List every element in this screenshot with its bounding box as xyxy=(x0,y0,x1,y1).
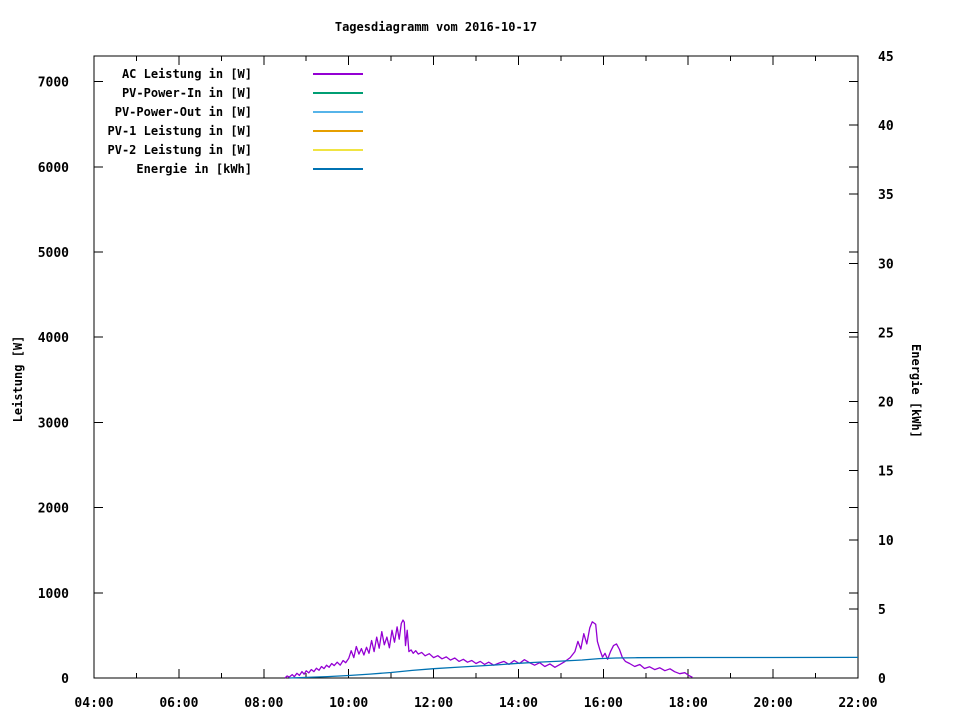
chart-canvas: 04:00 06:00 08:00 10:00 12:00 14:00 16:00 18:00… xyxy=(38,50,894,711)
y-left-tick-label: 4000 xyxy=(38,331,69,346)
x-tick-label: 12:00 xyxy=(414,696,453,711)
legend-label: PV-Power-Out in [W] xyxy=(115,105,252,119)
x-tick-label: 20:00 xyxy=(754,696,793,711)
y-left-tick-label: 7000 xyxy=(38,76,69,91)
y-left-tick-label: 1000 xyxy=(38,587,69,602)
y-right-tick-label: 30 xyxy=(878,257,894,272)
y-left-tick-label: 3000 xyxy=(38,416,69,431)
y-right-tick-label: 0 xyxy=(878,672,886,687)
x-tick-label: 18:00 xyxy=(669,696,708,711)
chart-title: Tagesdiagramm vom 2016-10-17 xyxy=(334,20,538,34)
legend-label: Energie in [kWh] xyxy=(136,162,252,176)
series-line xyxy=(284,619,693,679)
y-right-tick-label: 40 xyxy=(878,119,894,134)
y-left-tick-label: 5000 xyxy=(38,246,69,261)
y-right-tick-label: 20 xyxy=(878,396,894,411)
x-tick-label: 16:00 xyxy=(584,696,623,711)
x-tick-label: 04:00 xyxy=(74,696,113,711)
y-left-tick-label: 6000 xyxy=(38,161,69,176)
y-axis-left-label: Leistung [W] xyxy=(11,335,25,423)
x-tick-label: 14:00 xyxy=(499,696,538,711)
x-tick-label: 08:00 xyxy=(244,696,283,711)
y-right-tick-label: 5 xyxy=(878,603,886,618)
legend-label: PV-Power-In in [W] xyxy=(122,86,252,100)
legend-label: PV-2 Leistung in [W] xyxy=(108,143,253,157)
y-right-tick-label: 10 xyxy=(878,534,894,549)
tagesdiagramm-chart: Tagesdiagramm vom 2016-10-17 Leistung [W… xyxy=(0,0,960,720)
x-tick-label: 10:00 xyxy=(329,696,368,711)
y-axis-right-label: Energie [kWh] xyxy=(909,344,923,438)
y-left-tick-label: 2000 xyxy=(38,502,69,517)
x-tick-label: 06:00 xyxy=(159,696,198,711)
y-right-tick-label: 35 xyxy=(878,188,894,203)
y-right-tick-label: 45 xyxy=(878,50,894,65)
y-right-tick-label: 15 xyxy=(878,465,894,480)
y-left-tick-label: 0 xyxy=(61,672,69,687)
y-right-tick-label: 25 xyxy=(878,326,894,341)
x-tick-label: 22:00 xyxy=(838,696,877,711)
legend-label: AC Leistung in [W] xyxy=(122,67,252,81)
legend-label: PV-1 Leistung in [W] xyxy=(108,124,253,138)
